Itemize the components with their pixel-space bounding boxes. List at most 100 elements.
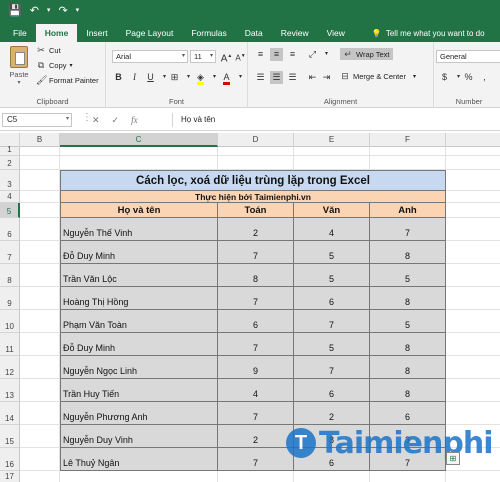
align-bottom-icon[interactable]: ≡ — [286, 48, 299, 61]
sheet-title-cell[interactable]: Cách lọc, xoá dữ liệu trùng lặp trong Ex… — [60, 170, 446, 191]
score-cell[interactable]: 5 — [294, 264, 370, 287]
increase-indent-icon[interactable]: ⇥ — [320, 71, 333, 84]
score-cell[interactable]: 4 — [294, 218, 370, 241]
row-header[interactable]: 2 — [0, 156, 20, 170]
score-cell[interactable]: 5 — [294, 333, 370, 356]
row-header[interactable]: 17 — [0, 471, 20, 482]
row-header[interactable]: 16 — [0, 448, 20, 471]
decrease-indent-icon[interactable]: ⇤ — [306, 71, 319, 84]
row-header[interactable]: 5 — [0, 203, 20, 218]
insert-function-icon[interactable]: fx — [131, 113, 138, 127]
column-header-g[interactable] — [446, 133, 500, 147]
undo-icon[interactable]: ↶ — [30, 4, 39, 18]
score-cell[interactable]: 8 — [218, 264, 294, 287]
score-cell[interactable]: 6 — [370, 402, 446, 425]
student-name-cell[interactable]: Lê Thuỷ Ngân — [60, 448, 218, 471]
format-painter-button[interactable]: 🖌 Format Painter — [36, 75, 99, 85]
column-header-d[interactable]: D — [218, 133, 294, 147]
row-header[interactable]: 7 — [0, 241, 20, 264]
tab-insert[interactable]: Insert — [77, 24, 116, 42]
score-cell[interactable]: 2 — [218, 218, 294, 241]
student-name-cell[interactable]: Phạm Văn Toàn — [60, 310, 218, 333]
tab-home[interactable]: Home — [35, 24, 78, 42]
align-middle-icon[interactable]: ≡ — [270, 48, 283, 61]
align-left-icon[interactable]: ☰ — [254, 71, 267, 84]
student-name-cell[interactable]: Nguyễn Phương Anh — [60, 402, 218, 425]
score-cell[interactable]: 2 — [294, 402, 370, 425]
score-cell[interactable]: 8 — [370, 356, 446, 379]
name-box[interactable]: C5 — [2, 113, 72, 127]
score-cell[interactable]: 6 — [294, 287, 370, 310]
orientation-dropdown-icon[interactable]: ▾ — [320, 48, 333, 61]
score-cell[interactable]: 7 — [370, 218, 446, 241]
score-cell[interactable]: 8 — [370, 333, 446, 356]
row-header[interactable]: 12 — [0, 356, 20, 379]
customize-qat-icon[interactable]: ▾ — [76, 4, 80, 18]
align-top-icon[interactable]: ≡ — [254, 48, 267, 61]
row-header[interactable]: 1 — [0, 145, 20, 156]
quick-analysis-icon[interactable]: ⊞ — [446, 452, 460, 465]
orientation-icon[interactable]: ⤢ — [306, 48, 319, 61]
font-name-select[interactable]: Arial ▾ — [112, 50, 188, 63]
student-name-cell[interactable]: Trần Văn Lộc — [60, 264, 218, 287]
row-header[interactable]: 9 — [0, 287, 20, 310]
font-size-select[interactable]: 11 ▾ — [190, 50, 216, 63]
column-header-f[interactable]: F — [370, 133, 446, 147]
tab-data[interactable]: Data — [236, 24, 272, 42]
font-color-icon[interactable]: A — [220, 71, 233, 85]
score-cell[interactable]: 6 — [218, 310, 294, 333]
score-cell[interactable]: 7 — [218, 448, 294, 471]
score-cell[interactable]: 7 — [218, 333, 294, 356]
score-cell[interactable]: 2 — [218, 425, 294, 448]
save-icon[interactable]: 💾 — [8, 4, 22, 18]
score-cell[interactable]: 7 — [218, 241, 294, 264]
score-cell[interactable]: 7 — [218, 287, 294, 310]
score-cell[interactable]: 9 — [218, 356, 294, 379]
align-center-icon[interactable]: ☰ — [270, 71, 283, 84]
wrap-text-button[interactable]: ↵ Wrap Text — [340, 48, 393, 60]
score-cell[interactable]: 6 — [294, 379, 370, 402]
paste-button[interactable]: Paste ▾ — [6, 46, 32, 86]
table-header-cell[interactable]: Họ và tên — [60, 203, 218, 218]
cut-button[interactable]: ✂ Cut — [36, 45, 60, 55]
score-cell[interactable]: 5 — [294, 241, 370, 264]
tab-page-layout[interactable]: Page Layout — [117, 24, 183, 42]
row-header[interactable]: 8 — [0, 264, 20, 287]
sheet-subtitle-cell[interactable]: Thực hiện bởi Taimienphi.vn — [60, 191, 446, 203]
underline-button[interactable]: U — [144, 71, 157, 84]
score-cell[interactable]: 8 — [370, 287, 446, 310]
bold-button[interactable]: B — [112, 71, 125, 84]
tell-me-box[interactable]: 💡 Tell me what you want to do — [372, 24, 485, 42]
enter-icon[interactable]: ✓ — [112, 113, 120, 127]
column-header-c[interactable]: C — [60, 133, 218, 147]
tab-view[interactable]: View — [318, 24, 354, 42]
undo-dropdown-icon[interactable]: ▾ — [47, 4, 51, 18]
student-name-cell[interactable]: Đỗ Duy Minh — [60, 333, 218, 356]
currency-icon[interactable]: $ — [438, 71, 451, 84]
student-name-cell[interactable]: Hoàng Thị Hồng — [60, 287, 218, 310]
font-color-dropdown-icon[interactable]: ▾ — [234, 71, 247, 84]
table-header-cell[interactable]: Văn — [294, 203, 370, 218]
column-header-b[interactable]: B — [20, 133, 60, 147]
decrease-font-icon[interactable]: A▼ — [234, 50, 247, 63]
student-name-cell[interactable]: Trần Huy Tiến — [60, 379, 218, 402]
column-header-e[interactable]: E — [294, 133, 370, 147]
score-cell[interactable]: 7 — [294, 356, 370, 379]
student-name-cell[interactable]: Nguyễn Duy Vinh — [60, 425, 218, 448]
score-cell[interactable]: 4 — [218, 379, 294, 402]
row-header[interactable]: 11 — [0, 333, 20, 356]
score-cell[interactable]: 7 — [294, 310, 370, 333]
merge-center-button[interactable]: ⊟ Merge & Center ▾ — [340, 71, 416, 81]
tab-review[interactable]: Review — [272, 24, 318, 42]
tab-formulas[interactable]: Formulas — [182, 24, 235, 42]
row-header[interactable]: 15 — [0, 425, 20, 448]
student-name-cell[interactable]: Nguyễn Ngọc Linh — [60, 356, 218, 379]
redo-icon[interactable]: ↷ — [58, 4, 67, 18]
student-name-cell[interactable]: Đỗ Duy Minh — [60, 241, 218, 264]
score-cell[interactable]: 8 — [370, 241, 446, 264]
name-box-dropdown-icon[interactable]: ▾ — [66, 115, 69, 122]
italic-button[interactable]: I — [128, 71, 141, 84]
student-name-cell[interactable]: Nguyễn Thế Vinh — [60, 218, 218, 241]
fill-color-icon[interactable]: ◈ — [194, 71, 207, 85]
borders-icon[interactable]: ⊞ — [168, 71, 181, 84]
